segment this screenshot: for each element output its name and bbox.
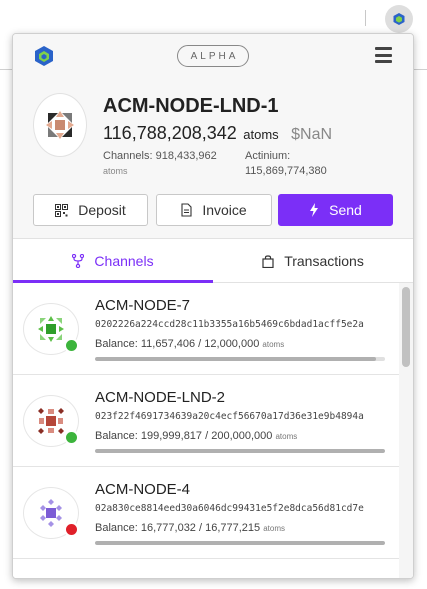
channel-balance: Balance: 199,999,817 / 200,000,000 atoms <box>95 430 297 442</box>
scrollbar-thumb[interactable] <box>402 287 410 367</box>
chain-balance-label: Actinium: <box>245 150 291 162</box>
channel-balance-label: Balance: <box>95 430 138 442</box>
node-identicon-icon <box>46 111 74 139</box>
channel-balance-unit: atoms <box>275 432 298 441</box>
toolbar-border-left <box>0 69 12 70</box>
channel-pubkey: 023f22f4691734639a20c4ecf56670a17d36e31e… <box>95 411 364 422</box>
channel-balance: Balance: 11,657,406 / 12,000,000 atoms <box>95 338 284 350</box>
tab-transactions-label: Transactions <box>284 253 364 269</box>
tab-channels-label: Channels <box>94 253 154 269</box>
channels-balance-value: 918,433,962 <box>155 150 217 162</box>
document-icon <box>181 203 192 217</box>
lightning-bolt-icon <box>310 203 319 217</box>
channel-row[interactable]: ACM-NODE-7 0202226a224ccd28c11b3355a16b5… <box>13 283 399 375</box>
deposit-button[interactable]: Deposit <box>33 194 148 226</box>
channel-capacity-bar <box>95 357 385 361</box>
channels-fork-icon <box>72 254 85 268</box>
toolbar-divider <box>365 10 366 26</box>
send-button[interactable]: Send <box>278 194 393 226</box>
total-balance: 116,788,208,342 atoms $NaN <box>103 123 332 144</box>
app-logo-icon <box>35 46 53 66</box>
channel-balance-value: 199,999,817 / 200,000,000 <box>140 430 273 442</box>
deposit-label: Deposit <box>78 202 126 218</box>
channel-row[interactable]: ACM-NODE-LND-2 023f22f4691734639a20c4ecf… <box>13 375 399 467</box>
toolbar-border-right <box>414 69 427 70</box>
channel-identicon-icon <box>38 316 64 342</box>
node-avatar <box>33 93 87 157</box>
wallet-popup: ALPHA ACM-NODE-LND-1 116,788,208,342 ato… <box>12 33 414 579</box>
channel-name: ACM-NODE-LND-2 <box>95 389 226 406</box>
popup-header: ALPHA <box>13 34 413 77</box>
capacity-bar-fill <box>95 357 377 361</box>
channel-balance-unit: atoms <box>262 340 285 349</box>
chain-balance-value: 115,869,774,380 <box>245 165 327 177</box>
channel-row[interactable]: ACM-NODE-4 02a830ce8814eed30a6046dc99431… <box>13 467 399 559</box>
channel-list-scrollbar[interactable] <box>399 283 413 578</box>
extension-button[interactable] <box>385 5 413 33</box>
channel-name: ACM-NODE-7 <box>95 297 191 314</box>
capacity-bar-fill <box>95 449 385 453</box>
tab-channels[interactable]: Channels <box>13 239 213 283</box>
invoice-label: Invoice <box>202 202 247 218</box>
channel-identicon-icon <box>38 408 64 434</box>
channels-balance: Channels: 918,433,962 atoms <box>103 149 243 179</box>
send-label: Send <box>329 202 362 218</box>
channel-balance-unit: atoms <box>263 524 286 533</box>
node-name: ACM-NODE-LND-1 <box>103 95 279 117</box>
capacity-bar-fill <box>95 541 385 545</box>
channels-balance-unit: atoms <box>103 166 128 176</box>
channel-capacity-bar <box>95 449 385 453</box>
qr-code-icon <box>55 203 69 217</box>
channel-name: ACM-NODE-4 <box>95 481 191 498</box>
balance-amount: 116,788,208,342 <box>103 123 237 143</box>
channel-identicon-icon <box>40 499 62 527</box>
channel-pubkey: 0202226a224ccd28c11b3355a16b5469c6bdad1a… <box>95 319 364 330</box>
tab-transactions[interactable]: Transactions <box>213 239 413 283</box>
channels-balance-label: Channels: <box>103 150 153 162</box>
status-offline-indicator <box>64 522 79 537</box>
fiat-value: $NaN <box>291 126 333 143</box>
status-online-indicator <box>64 430 79 445</box>
alpha-badge: ALPHA <box>177 45 249 67</box>
account-summary: ACM-NODE-LND-1 116,788,208,342 atoms $Na… <box>13 77 413 239</box>
invoice-button[interactable]: Invoice <box>156 194 272 226</box>
hamburger-menu-icon[interactable] <box>375 47 392 63</box>
channel-balance-label: Balance: <box>95 338 138 350</box>
channel-capacity-bar <box>95 541 385 545</box>
status-online-indicator <box>64 338 79 353</box>
channel-balance-value: 11,657,406 / 12,000,000 <box>140 338 260 350</box>
channel-balance-label: Balance: <box>95 522 138 534</box>
channel-balance: Balance: 16,777,032 / 16,777,215 atoms <box>95 522 285 534</box>
channel-pubkey: 02a830ce8814eed30a6046dc99431e5f2e8dca56… <box>95 503 364 514</box>
extension-logo-icon <box>393 13 405 25</box>
channel-list[interactable]: ACM-NODE-7 0202226a224ccd28c11b3355a16b5… <box>13 283 413 578</box>
shopping-bag-icon <box>262 254 274 268</box>
balance-unit: atoms <box>243 127 279 142</box>
channel-balance-value: 16,777,032 / 16,777,215 <box>140 522 261 534</box>
chain-balance: Actinium: 115,869,774,380 <box>245 149 410 179</box>
tab-bar: Channels Transactions <box>13 239 413 283</box>
